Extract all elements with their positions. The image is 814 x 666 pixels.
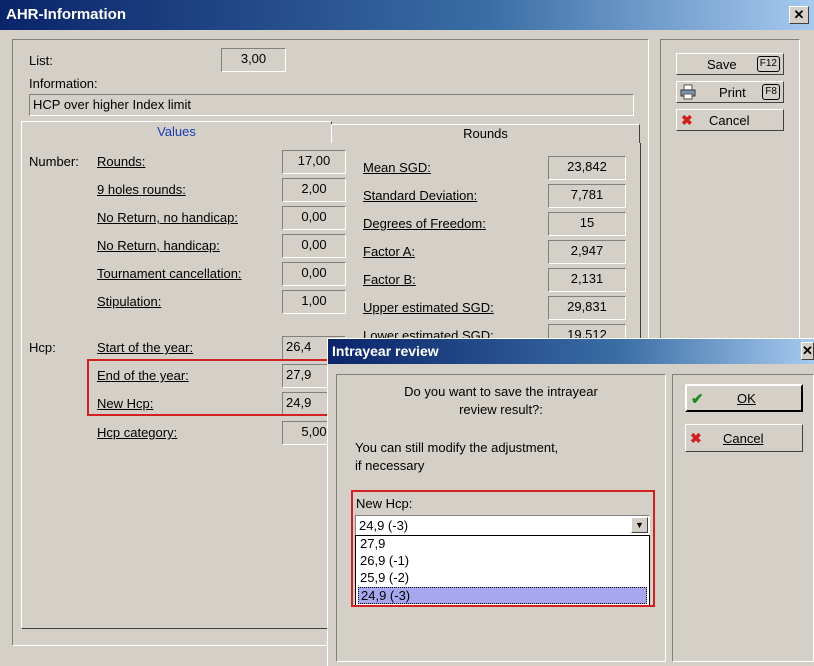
degrees-of-freedom-field: 15	[548, 212, 626, 236]
dialog-question-line1: Do you want to save the intrayear	[404, 384, 598, 399]
number-label: Number:	[29, 154, 79, 169]
print-button-label: Print	[719, 85, 746, 100]
main-window-title: AHR-Information	[6, 6, 126, 23]
information-label: Information:	[29, 76, 98, 91]
tab-rounds[interactable]: Rounds	[331, 124, 640, 143]
tournament-cancellation-field: 0,00	[282, 262, 346, 286]
rounds-label: Rounds:	[97, 154, 146, 169]
print-key-badge: F8	[762, 84, 780, 100]
close-icon[interactable]: ✕	[789, 6, 809, 24]
no-return-no-handicap-field: 0,00	[282, 206, 346, 230]
mean-sgd-label: Mean SGD:	[363, 160, 431, 175]
save-key-badge: F12	[756, 56, 780, 72]
rounds-field: 17,00	[282, 150, 346, 174]
no-return-handicap-label: No Return, handicap:	[97, 238, 220, 253]
dialog-button-panel	[672, 374, 814, 662]
highlight-box-dialog	[351, 490, 655, 607]
cancel-x-icon: ✖	[681, 112, 693, 128]
hcp-category-label: Hcp category:	[97, 425, 178, 440]
dialog-close-icon[interactable]: ✕	[801, 342, 814, 360]
no-return-no-handicap-label: No Return, no handicap:	[97, 210, 238, 225]
save-button[interactable]: Save F12	[676, 53, 784, 75]
stipulation-label: Stipulation:	[97, 294, 162, 309]
list-field: 3,00	[221, 48, 286, 72]
nine-holes-label: 9 holes rounds:	[97, 182, 186, 197]
no-return-handicap-field: 0,00	[282, 234, 346, 258]
cancel-button[interactable]: ✖ Cancel	[676, 109, 784, 131]
dialog-cancel-button[interactable]: ✖ Cancel	[685, 424, 803, 452]
dialog-note-line1: You can still modify the adjustment,	[355, 440, 559, 455]
highlight-box-hcp	[87, 359, 347, 416]
ok-button-label: OK	[737, 391, 756, 406]
tournament-cancellation-label: Tournament cancellation:	[97, 266, 242, 281]
ok-button[interactable]: ✔ OK	[685, 384, 803, 412]
stipulation-field: 1,00	[282, 290, 346, 314]
start-of-year-label: Start of the year:	[97, 340, 194, 355]
cancel-x-icon: ✖	[690, 430, 702, 446]
mean-sgd-field: 23,842	[548, 156, 626, 180]
dialog-question-line2: review result?:	[459, 402, 543, 417]
factor-b-field: 2,131	[548, 268, 626, 292]
degrees-of-freedom-label: Degrees of Freedom:	[363, 216, 486, 231]
dialog-title: Intrayear review	[332, 343, 439, 359]
tab-values[interactable]: Values	[21, 121, 332, 143]
upper-sgd-field: 29,831	[548, 296, 626, 320]
std-deviation-field: 7,781	[548, 184, 626, 208]
factor-a-field: 2,947	[548, 240, 626, 264]
upper-sgd-label: Upper estimated SGD:	[363, 300, 494, 315]
std-deviation-label: Standard Deviation:	[363, 188, 478, 203]
printer-icon	[680, 84, 696, 103]
save-button-label: Save	[707, 57, 737, 72]
nine-holes-field: 2,00	[282, 178, 346, 202]
cancel-button-label: Cancel	[709, 113, 750, 128]
dialog-cancel-button-label: Cancel	[723, 431, 764, 446]
information-field[interactable]: HCP over higher Index limit	[29, 94, 634, 116]
factor-b-label: Factor B:	[363, 272, 416, 287]
list-label: List:	[29, 53, 53, 68]
factor-a-label: Factor A:	[363, 244, 416, 259]
hcp-label: Hcp:	[29, 340, 56, 355]
checkmark-icon: ✔	[691, 391, 704, 408]
dialog-note-line2: if necessary	[355, 458, 425, 473]
print-button[interactable]: Print F8	[676, 81, 784, 103]
